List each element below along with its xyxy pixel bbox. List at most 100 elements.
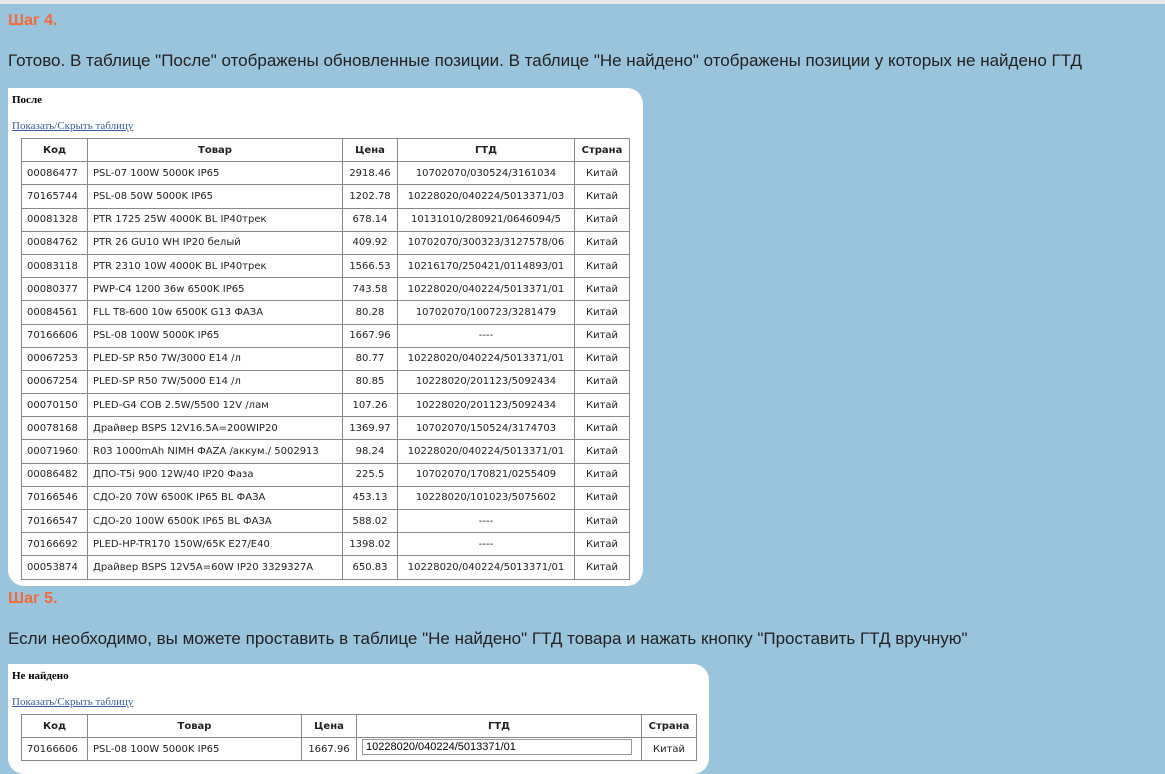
after-table-row: 00067254 PLED-SP R50 7W/5000 E14 /л 80.85 1… — [21, 369, 630, 395]
cell-country: Китай — [574, 508, 630, 534]
cell-product: PTR 1725 25W 4000K BL IP40трек — [87, 207, 343, 232]
cell-gtd: 10228020/040224/5013371/03 — [397, 184, 575, 209]
cell-gtd: 10702070/150524/3174703 — [397, 416, 575, 441]
cell-country: Китай — [574, 277, 630, 302]
cell-price: 678.14 — [342, 207, 398, 232]
after-table-header-row: Код Товар Цена ГТД Страна — [21, 137, 630, 163]
cell-gtd: 10702070/100723/3281479 — [397, 300, 575, 325]
after-table-row: 70165744 PSL-08 50W 5000K IP65 1202.78 1022… — [21, 184, 630, 209]
cell-price: 107.26 — [342, 393, 398, 418]
notfound-table: Код Товар Цена ГТД Страна 70166606 PSL-0… — [21, 713, 697, 762]
header-country: Страна — [574, 137, 630, 163]
cell-country: Китай — [574, 532, 630, 557]
after-table-title: После — [12, 94, 42, 106]
after-table-row: 00053874 Драйвер BSPS 12V5A=60W IP20 3329… — [21, 555, 630, 580]
cell-price: 1202.78 — [342, 184, 398, 209]
after-table-toggle-link[interactable]: Показать/Скрыть таблицу — [12, 120, 133, 132]
cell-product: PLED-SP R50 7W/5000 E14 /л — [87, 369, 343, 395]
cell-price: 80.77 — [342, 346, 398, 371]
cell-gtd: 10228020/101023/5075602 — [397, 485, 575, 511]
cell-gtd: 10702070/170821/0255409 — [397, 462, 575, 487]
cell-code: 00083118 — [21, 253, 88, 279]
cell-price: 80.85 — [342, 369, 398, 395]
after-table-row: 00071960 R03 1000mAh NIMH ФAZA /аккум./ 5… — [21, 439, 630, 464]
cell-code: 00084762 — [21, 230, 88, 255]
cell-code: 00067254 — [21, 369, 88, 395]
cell-product: Драйвер BSPS 12V5A=60W IP20 3329327A — [87, 555, 343, 580]
header-gtd: ГТД — [397, 137, 575, 163]
cell-country: Китай — [574, 393, 630, 418]
after-table-row: 00067253 PLED-SP R50 7W/3000 E14 /л 80.77 1… — [21, 346, 630, 371]
cell-code: 00070150 — [21, 393, 88, 418]
notfound-table-header-row: Код Товар Цена ГТД Страна — [21, 713, 697, 739]
cell-gtd: 10228020/040224/5013371/01 — [397, 346, 575, 371]
after-table-row: 00070150 PLED-G4 COB 2.5W/5500 12V /лам 10… — [21, 393, 630, 418]
cell-code: 00080377 — [21, 277, 88, 302]
cell-product: PSL-08 100W 5000K IP65 — [87, 323, 343, 348]
cell-country: Китай — [574, 323, 630, 348]
cell-code: 70166546 — [21, 485, 88, 511]
cell-gtd: 10228020/201123/5092434 — [397, 369, 575, 395]
cell-gtd: 10702070/300323/3127578/06 — [397, 230, 575, 255]
cell-code: 00084561 — [21, 300, 88, 325]
cell-code: 00071960 — [21, 439, 88, 464]
step5-title: Шаг 5. — [8, 590, 58, 607]
gtd-input[interactable] — [362, 739, 632, 756]
after-table-row: 00086482 ДПО-T5i 900 12W/40 IP20 Фаза 225.… — [21, 462, 630, 487]
cell-gtd: 10228020/040224/5013371/01 — [397, 555, 575, 580]
cell-country: Китай — [574, 485, 630, 511]
cell-price: 743.58 — [342, 277, 398, 302]
cell-code: 00053874 — [21, 555, 88, 580]
header-country: Страна — [641, 713, 697, 739]
cell-country: Китай — [574, 253, 630, 279]
cell-country: Китай — [574, 555, 630, 580]
cell-product: Драйвер BSPS 12V16.5A=200WIP20 — [87, 416, 343, 441]
cell-country: Китай — [574, 346, 630, 371]
cell-price: 225.5 — [342, 462, 398, 487]
cell-country: Китай — [574, 462, 630, 487]
header-product: Товар — [87, 713, 302, 739]
cell-product: PLED-SP R50 7W/3000 E14 /л — [87, 346, 343, 371]
after-table-row: 70166606 PSL-08 100W 5000K IP65 1667.96 ---… — [21, 323, 630, 348]
cell-price: 98.24 — [342, 439, 398, 464]
cell-gtd: 10216170/250421/0114893/01 — [397, 253, 575, 279]
cell-country: Китай — [641, 737, 697, 762]
after-table-row: 00084762 PTR 26 GU10 WH IP20 белый 409.92 1… — [21, 230, 630, 255]
cell-price: 80.28 — [342, 300, 398, 325]
cell-code: 00067253 — [21, 346, 88, 371]
cell-gtd: 10228020/040224/5013371/01 — [397, 439, 575, 464]
cell-product: PSL-08 100W 5000K IP65 — [87, 737, 302, 762]
after-table-row: 00084561 FLL T8-600 10w 6500K G13 ФАЗА 80.… — [21, 300, 630, 325]
cell-product: PTR 26 GU10 WH IP20 белый — [87, 230, 343, 255]
after-table-row: 70166546 СДО-20 70W 6500K IP65 BL ФАЗА 453… — [21, 485, 630, 511]
cell-product: PSL-08 50W 5000K IP65 — [87, 184, 343, 209]
header-price: Цена — [342, 137, 398, 163]
cell-code: 70166606 — [21, 737, 88, 762]
cell-code: 00081328 — [21, 207, 88, 232]
cell-code: 70166606 — [21, 323, 88, 348]
cell-gtd: 10702070/030524/3161034 — [397, 161, 575, 186]
notfound-table-toggle-link[interactable]: Показать/Скрыть таблицу — [12, 696, 133, 708]
step5-description: Если необходимо, вы можете проставить в … — [8, 629, 968, 648]
cell-product: PLED-G4 COB 2.5W/5500 12V /лам — [87, 393, 343, 418]
after-table-panel: После Показать/Скрыть таблицу Код Товар … — [8, 88, 643, 586]
cell-price: 1566.53 — [342, 253, 398, 279]
cell-product: СДО-20 100W 6500K IP65 BL ФАЗА — [87, 508, 343, 534]
cell-product: PTR 2310 10W 4000K BL IP40трек — [87, 253, 343, 279]
cell-product: PSL-07 100W 5000K IP65 — [87, 161, 343, 186]
header-product: Товар — [87, 137, 343, 163]
cell-gtd: 10131010/280921/0646094/5 — [397, 207, 575, 232]
header-price: Цена — [301, 713, 357, 739]
after-table-row: 00078168 Драйвер BSPS 12V16.5A=200WIP20 13… — [21, 416, 630, 441]
cell-price: 1667.96 — [342, 323, 398, 348]
cell-country: Китай — [574, 230, 630, 255]
cell-price: 1667.96 — [301, 737, 357, 762]
step4-title: Шаг 4. — [8, 12, 58, 29]
notfound-table-title: Не найдено — [12, 670, 69, 682]
cell-gtd: ---- — [397, 323, 575, 348]
cell-product: ДПО-T5i 900 12W/40 IP20 Фаза — [87, 462, 343, 487]
after-table: Код Товар Цена ГТД Страна 00086477 PSL-07… — [21, 137, 630, 580]
header-gtd: ГТД — [356, 713, 642, 739]
cell-code: 00078168 — [21, 416, 88, 441]
cell-gtd — [356, 737, 642, 762]
